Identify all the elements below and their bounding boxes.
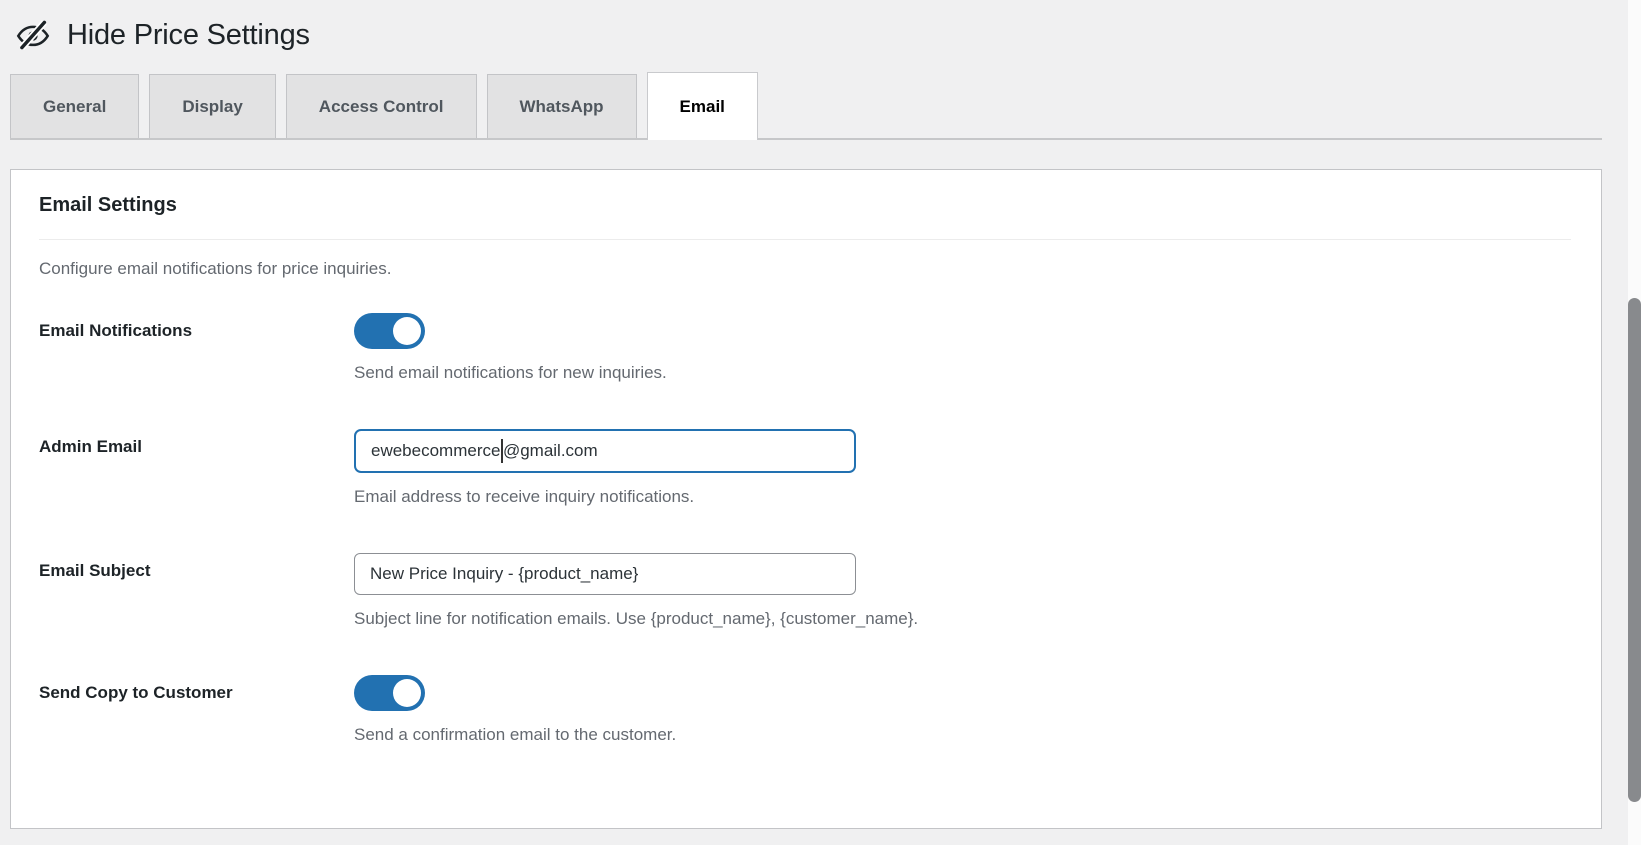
send-copy-help: Send a confirmation email to the custome… <box>354 725 677 744</box>
row-email-notifications: Email Notifications Send email notificat… <box>39 313 1571 383</box>
vertical-scrollbar-thumb[interactable] <box>1628 298 1641 802</box>
tab-whatsapp[interactable]: WhatsApp <box>486 74 637 138</box>
email-settings-panel: Email Settings Configure email notificat… <box>10 169 1602 829</box>
email-notifications-control: Send email notifications for new inquiri… <box>354 313 1571 383</box>
send-copy-label: Send Copy to Customer <box>39 683 233 702</box>
email-notifications-label: Email Notifications <box>39 321 193 340</box>
email-subject-help: Subject line for notification emails. Us… <box>354 609 919 628</box>
admin-email-input[interactable]: ewebecommerce @gmail.com <box>354 429 856 473</box>
row-admin-email: Admin Email ewebecommerce @gmail.com Ema… <box>39 429 1571 507</box>
send-copy-control: Send a confirmation email to the custome… <box>354 675 1571 745</box>
settings-tabbar: General Display Access Control WhatsApp … <box>10 72 1602 140</box>
admin-email-label: Admin Email <box>39 437 142 456</box>
tab-general[interactable]: General <box>10 74 140 138</box>
email-subject-label: Email Subject <box>39 561 151 580</box>
tab-email[interactable]: Email <box>646 72 758 140</box>
panel-heading: Email Settings <box>39 194 1571 240</box>
tab-access-control[interactable]: Access Control <box>285 74 477 138</box>
admin-email-value-after-caret: @gmail.com <box>502 441 598 460</box>
send-copy-toggle[interactable] <box>354 675 425 711</box>
panel-intro: Configure email notifications for price … <box>39 259 392 278</box>
admin-email-control: ewebecommerce @gmail.com Email address t… <box>354 429 1571 507</box>
email-notifications-toggle[interactable] <box>354 313 425 349</box>
toggle-knob <box>393 317 421 345</box>
email-subject-input[interactable] <box>354 553 856 595</box>
toggle-knob <box>393 679 421 707</box>
page-title: Hide Price Settings <box>67 18 310 51</box>
email-notifications-help: Send email notifications for new inquiri… <box>354 363 667 382</box>
tab-display[interactable]: Display <box>149 74 276 138</box>
row-email-subject: Email Subject Subject line for notificat… <box>39 553 1571 629</box>
page-header: Hide Price Settings <box>0 0 1641 58</box>
row-send-copy-to-customer: Send Copy to Customer Send a confirmatio… <box>39 675 1571 745</box>
eye-slash-icon <box>14 17 52 53</box>
vertical-scrollbar-track[interactable] <box>1628 0 1641 845</box>
email-subject-control: Subject line for notification emails. Us… <box>354 553 1571 629</box>
admin-email-value-before-caret: ewebecommerce <box>371 441 501 460</box>
admin-email-help: Email address to receive inquiry notific… <box>354 487 695 506</box>
